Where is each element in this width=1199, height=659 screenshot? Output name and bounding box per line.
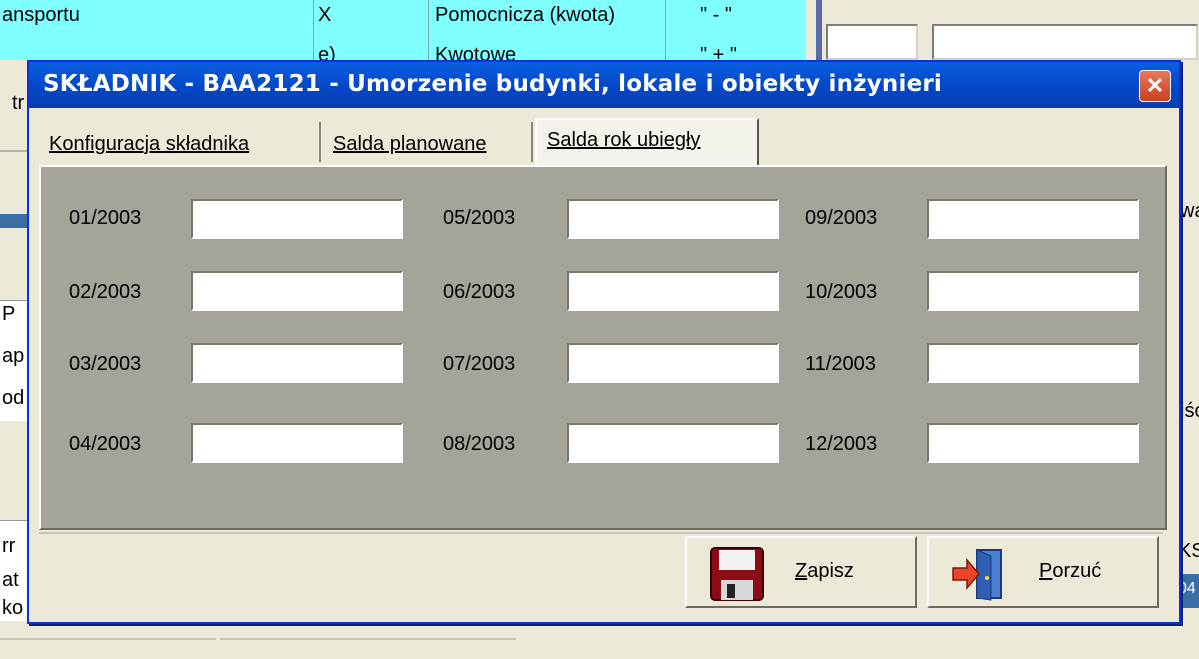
floppy-disk-icon [710, 547, 764, 601]
background-statusbar [0, 628, 1199, 659]
dialog-title: SKŁADNIK - BAA2121 - Umorzenie budynki, … [43, 71, 943, 97]
grid-divider [665, 0, 666, 60]
grid-cell: " - " [700, 4, 732, 26]
grid-divider [313, 0, 314, 60]
save-accelerator: Z [795, 560, 808, 582]
grid-cell: X [318, 4, 332, 26]
month-label: 12/2003 [805, 433, 878, 455]
month-input-02[interactable] [191, 271, 403, 311]
status-divider [0, 638, 216, 640]
month-label: 04/2003 [69, 433, 142, 455]
tab-konfiguracja[interactable]: Konfiguracja składnika [39, 122, 321, 162]
month-input-08[interactable] [567, 423, 779, 463]
footer-divider [39, 532, 1163, 534]
status-divider [220, 638, 516, 640]
monthly-balances-panel: 01/2003 02/2003 03/2003 04/2003 05/2003 … [39, 165, 1167, 530]
background-fragment: rr [2, 535, 16, 557]
background-fragment: wa [1180, 200, 1199, 222]
background-grid: ansportu X Pomocnicza (kwota) " - " e) K… [0, 0, 806, 66]
save-button-label: Zapisz [795, 560, 854, 583]
month-label: 06/2003 [443, 281, 516, 303]
cancel-button-label: Porzuć [1039, 560, 1101, 583]
background-fragment: jśc [1180, 400, 1199, 422]
background-fragment: P [2, 303, 16, 325]
cancel-accelerator: P [1039, 560, 1053, 582]
month-input-07[interactable] [567, 343, 779, 383]
save-button[interactable]: Zapisz [685, 536, 917, 608]
cancel-button[interactable]: Porzuć [927, 536, 1159, 608]
month-input-09[interactable] [927, 199, 1139, 239]
background-fragment: KS. [1178, 540, 1199, 562]
month-input-04[interactable] [191, 423, 403, 463]
month-input-03[interactable] [191, 343, 403, 383]
background-fragment: ko [2, 597, 24, 619]
month-label: 09/2003 [805, 207, 878, 229]
month-input-05[interactable] [567, 199, 779, 239]
save-label-rest: apisz [807, 560, 854, 582]
month-label: 07/2003 [443, 353, 516, 375]
tab-salda-rok-ubiegly[interactable]: Salda rok ubiegły [535, 118, 759, 166]
background-fragment: tr [12, 92, 25, 114]
cancel-label-rest: orzuć [1052, 560, 1102, 582]
background-field [826, 24, 918, 60]
month-input-01[interactable] [191, 199, 403, 239]
month-input-06[interactable] [567, 271, 779, 311]
tab-salda-planowane[interactable]: Salda planowane [323, 122, 533, 162]
month-input-11[interactable] [927, 343, 1139, 383]
month-label: 10/2003 [805, 281, 878, 303]
month-input-10[interactable] [927, 271, 1139, 311]
background-highlight [0, 214, 30, 228]
month-input-12[interactable] [927, 423, 1139, 463]
exit-door-icon [952, 549, 1002, 601]
grid-cell: Pomocnicza (kwota) [435, 4, 616, 26]
dialog-titlebar[interactable]: SKŁADNIK - BAA2121 - Umorzenie budynki, … [29, 62, 1179, 108]
background-divider [0, 150, 30, 152]
month-label: 01/2003 [69, 207, 142, 229]
grid-cell: ansportu [2, 4, 80, 26]
close-button[interactable]: ✕ [1139, 70, 1171, 102]
month-label: 03/2003 [69, 353, 142, 375]
background-fragment: at [2, 569, 19, 591]
close-icon: ✕ [1145, 73, 1165, 98]
grid-divider [428, 0, 429, 60]
component-dialog: SKŁADNIK - BAA2121 - Umorzenie budynki, … [27, 60, 1181, 624]
month-label: 02/2003 [69, 281, 142, 303]
background-field [932, 24, 1198, 60]
month-label: 08/2003 [443, 433, 516, 455]
month-label: 11/2003 [805, 353, 876, 375]
month-label: 05/2003 [443, 207, 516, 229]
background-fragment: ap [2, 345, 25, 367]
background-fragment: od [2, 387, 25, 409]
